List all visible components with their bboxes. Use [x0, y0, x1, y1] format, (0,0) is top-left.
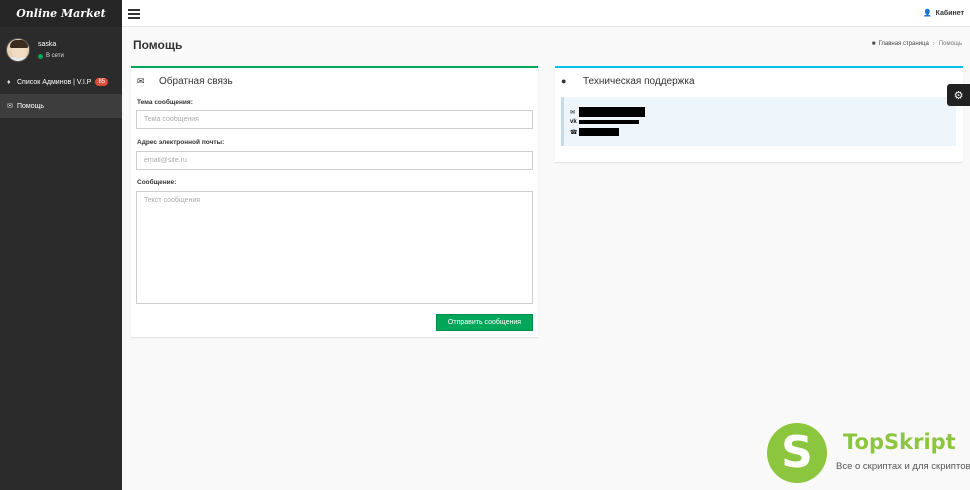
user-icon: 👤 — [922, 10, 932, 17]
contact-skype: ☎ — [570, 127, 956, 137]
watermark-letter: S — [781, 427, 813, 478]
email-input[interactable] — [136, 151, 533, 170]
online-dot-icon — [38, 53, 43, 59]
message-textarea[interactable] — [136, 191, 533, 304]
subject-label: Тема сообщения: — [137, 99, 193, 106]
breadcrumb-current: Помощь — [938, 41, 962, 47]
comment-icon: ● — [561, 76, 567, 86]
email-label: Адрес электронной почты: — [137, 139, 225, 146]
page-title: Помощь — [133, 38, 183, 52]
support-box-header: ● Техническая поддержка — [555, 68, 963, 94]
support-contacts: ✉ vk ☎ — [561, 97, 956, 146]
redacted-skype — [579, 128, 619, 136]
contact-email: ✉ — [570, 107, 956, 117]
breadcrumb: ■ Главная страница › Помощь — [872, 41, 962, 47]
menu-toggle-icon[interactable] — [128, 9, 140, 19]
user-status-label: В сети — [46, 53, 64, 59]
account-menu[interactable]: 👤 Кабинет — [922, 9, 964, 18]
watermark-title: TopSkript — [843, 430, 956, 454]
support-box: ● Техническая поддержка ✉ vk ☎ — [555, 66, 963, 162]
avatar — [6, 38, 30, 62]
user-secret-icon: ♦ — [7, 78, 11, 86]
envelope-icon: ✉ — [7, 103, 13, 110]
dashboard-icon: ■ — [871, 41, 876, 47]
vk-icon: vk — [570, 119, 577, 125]
support-title: Техническая поддержка — [583, 75, 695, 87]
feedback-box: ✉ Обратная связь Тема сообщения: Адрес э… — [131, 66, 538, 337]
user-status: В сети — [38, 53, 64, 59]
watermark-subtitle: Все о скриптах и для скриптов... — [836, 461, 970, 472]
send-message-button[interactable]: Отправить сообщения — [436, 314, 533, 331]
sidebar: Online Market saska В сети ♦ Список Адми… — [0, 0, 122, 490]
top-navbar: 👤 Кабинет — [122, 0, 970, 27]
envelope-icon: ✉ — [137, 75, 145, 86]
envelope-icon: ✉ — [570, 109, 576, 116]
redacted-email — [579, 107, 645, 117]
feedback-title: Обратная связь — [159, 75, 233, 87]
sidebar-item-help[interactable]: ✉ Помощь — [0, 94, 122, 118]
sidebar-item-label: Список Админов | V.I.P — [17, 78, 92, 86]
account-label: Кабинет — [935, 9, 964, 17]
brand-logo[interactable]: Online Market — [0, 0, 122, 27]
user-name: saska — [38, 41, 57, 48]
sidebar-menu: ♦ Список Админов | V.I.P 85 ✉ Помощь — [0, 70, 122, 118]
feedback-box-header: ✉ Обратная связь — [131, 68, 538, 94]
user-panel: saska В сети — [0, 32, 122, 68]
gear-icon[interactable]: ⚙ — [947, 84, 970, 106]
watermark-logo: S — [767, 423, 827, 483]
message-label: Сообщение: — [137, 179, 177, 186]
count-badge: 85 — [95, 78, 109, 86]
redacted-vk — [579, 120, 639, 124]
skype-icon: ☎ — [570, 129, 578, 136]
breadcrumb-home-link[interactable]: Главная страница — [878, 41, 928, 47]
subject-input[interactable] — [136, 110, 533, 129]
contact-vk: vk — [570, 117, 956, 127]
sidebar-item-label: Помощь — [17, 102, 45, 110]
breadcrumb-separator: › — [932, 41, 935, 47]
sidebar-item-admins[interactable]: ♦ Список Админов | V.I.P 85 — [0, 70, 122, 94]
